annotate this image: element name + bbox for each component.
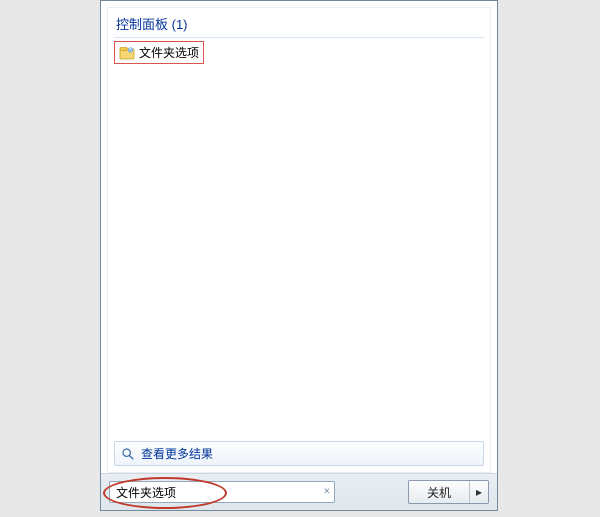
result-label: 文件夹选项 — [139, 44, 199, 61]
start-menu-search-panel: 控制面板 (1) 文件夹选项 查看更多结果 — [100, 0, 498, 511]
results-spacer — [114, 64, 484, 437]
search-input[interactable] — [109, 481, 335, 503]
search-box: × — [109, 481, 335, 503]
bottom-bar: × 关机 ▸ — [101, 473, 497, 510]
category-header-control-panel: 控制面板 (1) — [114, 12, 484, 38]
arrow-right-icon: ▸ — [476, 485, 482, 499]
see-more-label: 查看更多结果 — [141, 445, 213, 462]
shutdown-options-arrow[interactable]: ▸ — [470, 481, 488, 503]
shutdown-split-button: 关机 ▸ — [408, 480, 489, 504]
see-more-results-button[interactable]: 查看更多结果 — [114, 441, 484, 466]
shutdown-button[interactable]: 关机 — [409, 481, 470, 503]
result-folder-options[interactable]: 文件夹选项 — [114, 41, 204, 64]
folder-options-icon — [119, 45, 135, 61]
clear-search-icon[interactable]: × — [324, 487, 330, 498]
search-icon — [121, 447, 135, 461]
shutdown-label: 关机 — [427, 484, 451, 501]
results-area: 控制面板 (1) 文件夹选项 查看更多结果 — [107, 7, 491, 473]
